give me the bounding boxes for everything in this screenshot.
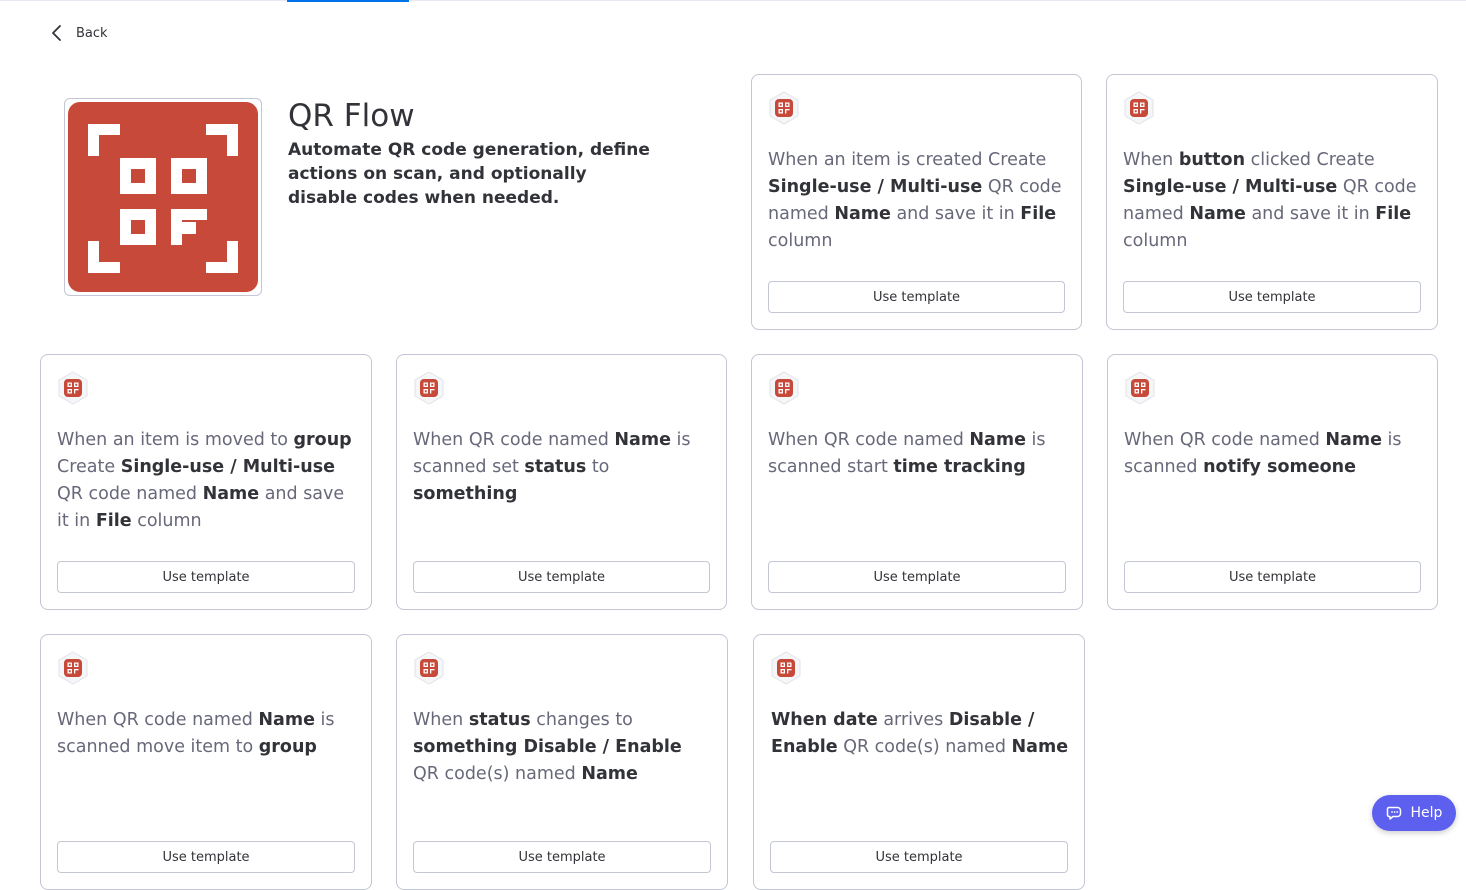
recipe-text: QR code(s) named	[837, 737, 1012, 757]
recipe-text: changes to	[530, 710, 633, 730]
recipe-text: When	[413, 710, 469, 730]
template-description: When status changes to something Disable…	[413, 707, 713, 788]
recipe-text: to	[586, 457, 610, 477]
use-template-button[interactable]: Use template	[413, 561, 710, 593]
recipe-field: Single-use / Multi-use	[1123, 177, 1338, 197]
template-description: When QR code named Name is scanned notif…	[1124, 427, 1423, 481]
recipe-text: When QR code named	[1124, 430, 1326, 450]
use-template-button[interactable]: Use template	[57, 561, 355, 593]
recipe-text: Create	[57, 457, 121, 477]
recipe-field: group	[293, 430, 352, 450]
template-card: When QR code named Name is scanned start…	[751, 354, 1083, 610]
template-card: When an item is created Create Single-us…	[751, 74, 1082, 330]
template-card: When QR code named Name is scanned notif…	[1107, 354, 1438, 610]
recipe-field: something	[413, 484, 518, 504]
template-card: When an item is moved to group Create Si…	[40, 354, 372, 610]
recipe-text: column	[768, 231, 833, 251]
template-card: When date arrives Disable / Enable QR co…	[753, 634, 1085, 890]
template-description: When an item is created Create Single-us…	[768, 147, 1067, 255]
recipe-field: Name	[1325, 430, 1382, 450]
chevron-left-icon	[52, 25, 61, 41]
use-template-button[interactable]: Use template	[770, 841, 1068, 873]
template-description: When an item is moved to group Create Si…	[57, 427, 357, 535]
qr-badge-icon	[1123, 91, 1155, 125]
recipe-field: time tracking	[893, 457, 1026, 477]
use-template-button[interactable]: Use template	[768, 281, 1065, 313]
qr-badge-icon	[770, 651, 802, 685]
recipe-field: Single-use / Multi-use	[768, 177, 983, 197]
recipe-field: File	[1375, 204, 1412, 224]
back-label: Back	[76, 25, 108, 41]
recipe-field: Name	[581, 764, 638, 784]
top-divider	[0, 0, 1466, 2]
chat-bubble-icon	[1386, 806, 1401, 820]
recipe-field: File	[95, 511, 132, 531]
recipe-field: Name	[258, 710, 315, 730]
use-template-button[interactable]: Use template	[1124, 561, 1421, 593]
app-logo	[64, 98, 262, 296]
recipe-field: status	[524, 457, 587, 477]
recipe-text: and save it in	[1245, 204, 1376, 224]
recipe-text: column	[1123, 231, 1188, 251]
qr-badge-icon	[1124, 371, 1156, 405]
qr-badge-icon	[413, 371, 445, 405]
recipe-field: Name	[1189, 204, 1246, 224]
use-template-button[interactable]: Use template	[413, 841, 711, 873]
template-description: When QR code named Name is scanned set s…	[413, 427, 712, 508]
recipe-text: arrives	[877, 710, 949, 730]
recipe-field: Name	[834, 204, 891, 224]
use-template-button[interactable]: Use template	[768, 561, 1066, 593]
recipe-text: When an item is created Create	[768, 150, 1047, 170]
recipe-text: QR code named	[57, 484, 203, 504]
recipe-field: File	[1020, 204, 1057, 224]
recipe-text: QR code(s) named	[413, 764, 582, 784]
qr-badge-icon	[413, 651, 445, 685]
recipe-field: status	[468, 710, 531, 730]
template-description: When QR code named Name is scanned start…	[768, 427, 1068, 481]
recipe-field: Name	[202, 484, 260, 504]
recipe-field: group	[258, 737, 317, 757]
recipe-field: button	[1178, 150, 1246, 170]
recipe-text: and save it in	[890, 204, 1021, 224]
recipe-field: something Disable / Enable	[413, 737, 682, 757]
use-template-button[interactable]: Use template	[57, 841, 355, 873]
recipe-text: When QR code named	[57, 710, 259, 730]
qr-badge-icon	[768, 91, 800, 125]
template-description: When date arrives Disable / Enable QR co…	[771, 707, 1070, 761]
help-button[interactable]: Help	[1372, 795, 1456, 831]
template-card: When QR code named Name is scanned move …	[40, 634, 372, 890]
recipe-text: When QR code named	[413, 430, 615, 450]
recipe-field: When date	[771, 710, 878, 730]
template-card: When QR code named Name is scanned set s…	[396, 354, 727, 610]
recipe-text: When	[1123, 150, 1179, 170]
recipe-text: clicked Create	[1245, 150, 1375, 170]
help-label: Help	[1410, 805, 1443, 821]
recipe-field: Name	[969, 430, 1026, 450]
back-button[interactable]: Back	[48, 22, 108, 44]
recipe-text: When an item is moved to	[57, 430, 294, 450]
recipe-field: notify someone	[1203, 457, 1356, 477]
recipe-field: Name	[1011, 737, 1069, 757]
active-tab-indicator	[287, 0, 409, 2]
qr-logo-icon	[68, 102, 258, 292]
qr-badge-icon	[768, 371, 800, 405]
qr-badge-icon	[57, 651, 89, 685]
template-description: When QR code named Name is scanned move …	[57, 707, 357, 761]
recipe-field: Name	[614, 430, 671, 450]
app-description: Automate QR code generation, define acti…	[288, 140, 650, 208]
template-description: When button clicked Create Single-use / …	[1123, 147, 1423, 255]
recipe-field: Single-use / Multi-use	[120, 457, 335, 477]
qr-badge-icon	[57, 371, 89, 405]
template-card: When button clicked Create Single-use / …	[1106, 74, 1438, 330]
use-template-button[interactable]: Use template	[1123, 281, 1421, 313]
template-card: When status changes to something Disable…	[396, 634, 728, 890]
app-title: QR Flow	[288, 98, 415, 134]
recipe-text: column	[131, 511, 202, 531]
recipe-text: When QR code named	[768, 430, 970, 450]
